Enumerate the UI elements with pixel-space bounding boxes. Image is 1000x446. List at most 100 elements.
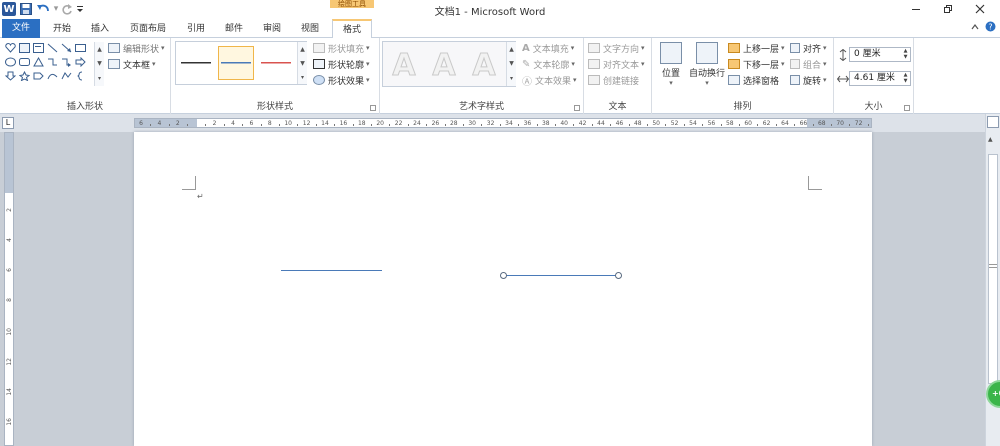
size-launcher-icon[interactable] xyxy=(904,105,910,111)
align-button[interactable]: 对齐 ▾ xyxy=(790,41,827,55)
text-box-button[interactable]: 文本框 ▾ xyxy=(108,57,156,71)
text-effects-button[interactable]: Ⓐ 文本效果 ▾ xyxy=(522,73,577,88)
width-spinner[interactable]: ▲ ▼ xyxy=(901,72,910,85)
text-fill-button[interactable]: A 文本填充 ▾ xyxy=(522,41,574,55)
text-direction-button[interactable]: 文字方向 ▾ xyxy=(588,41,645,55)
document-page[interactable]: ↵ xyxy=(134,132,872,446)
horizontal-ruler[interactable]: 6 4 2 2 4 6 8 10 12 14 16 18 20 22 24 26 28 30 32 34 36 38 40 4… xyxy=(134,118,872,128)
group-label-wordart-styles: 艺术字样式 xyxy=(458,102,504,112)
elbow-connector-shape-icon[interactable] xyxy=(46,56,59,68)
shape-width-input[interactable]: 4.61 厘米 ▲ ▼ xyxy=(849,71,911,86)
selection-pane-button[interactable]: 选择窗格 xyxy=(728,73,779,87)
shapes-gallery[interactable]: ▲ ▼ ▾ xyxy=(4,42,104,88)
close-button[interactable] xyxy=(964,0,996,18)
minimize-button[interactable] xyxy=(900,0,932,18)
tab-selector-icon[interactable]: L xyxy=(2,117,14,129)
tab-page-layout[interactable]: 页面布局 xyxy=(122,20,174,38)
shape-height-input[interactable]: 0 厘米 ▲ ▼ xyxy=(849,47,911,62)
shape-styles-launcher-icon[interactable] xyxy=(370,105,376,111)
star-shape-icon[interactable] xyxy=(18,70,31,82)
tab-mailings[interactable]: 邮件 xyxy=(218,20,250,38)
wordart-gallery[interactable]: A A A ▲ ▼ ▾ xyxy=(382,41,516,87)
undo-dropdown-icon[interactable]: ▾ xyxy=(52,2,60,16)
rounded-rect-shape-icon[interactable] xyxy=(18,56,31,68)
tab-view[interactable]: 视图 xyxy=(294,20,326,38)
help-icon[interactable]: ? xyxy=(985,21,996,35)
edit-shape-button[interactable]: 编辑形状 ▾ xyxy=(108,41,165,55)
picture-shape-icon[interactable] xyxy=(18,42,31,54)
elbow-arrow-shape-icon[interactable] xyxy=(60,56,73,68)
vertical-ruler[interactable]: 2 4 6 8 10 12 14 16 xyxy=(4,132,14,446)
vruler-tick-label: 8 xyxy=(6,298,13,302)
save-icon[interactable] xyxy=(20,2,32,16)
wordart-launcher-icon[interactable] xyxy=(574,105,580,111)
scroll-thumb[interactable] xyxy=(988,154,998,384)
minimize-ribbon-icon[interactable] xyxy=(970,22,980,35)
rectangle-shape-icon[interactable] xyxy=(74,42,87,54)
wrap-text-button[interactable]: 自动换行 ▾ xyxy=(688,42,726,87)
triangle-shape-icon[interactable] xyxy=(32,56,45,68)
position-button[interactable]: 位置 ▾ xyxy=(654,42,688,87)
line-end-handle[interactable] xyxy=(615,272,622,279)
shape-outline-icon xyxy=(313,59,325,69)
tab-insert[interactable]: 插入 xyxy=(84,20,116,38)
wordart-style-3[interactable]: A xyxy=(465,47,503,83)
pentagon-shape-icon[interactable] xyxy=(32,70,45,82)
margin-corner-top-right xyxy=(808,176,822,190)
shape-style-red[interactable] xyxy=(258,46,294,80)
shape-style-dark[interactable] xyxy=(178,46,214,80)
line-shape[interactable] xyxy=(281,270,382,271)
view-ruler-icon[interactable] xyxy=(987,116,999,128)
customize-qat-icon[interactable] xyxy=(76,2,84,16)
ruler-minor-tick xyxy=(555,124,556,126)
tab-references[interactable]: 引用 xyxy=(180,20,212,38)
tab-review[interactable]: 审阅 xyxy=(256,20,288,38)
text-outline-button[interactable]: ✎ 文本轮廓 ▾ xyxy=(522,57,575,71)
ruler-minor-tick xyxy=(812,124,814,126)
undo-icon[interactable] xyxy=(36,2,50,16)
shape-fill-button[interactable]: 形状填充 ▾ xyxy=(313,41,370,55)
arrow-line-shape-icon[interactable] xyxy=(60,42,73,54)
shapes-gallery-scroll[interactable]: ▲ ▼ ▾ xyxy=(94,42,104,86)
tab-file[interactable]: 文件 xyxy=(2,19,40,38)
rotate-icon xyxy=(790,75,800,85)
create-link-button[interactable]: 创建链接 xyxy=(588,73,639,87)
shape-effects-button[interactable]: 形状效果 ▾ xyxy=(313,73,370,87)
vruler-tick-label: 4 xyxy=(6,238,13,242)
down-arrow-shape-icon[interactable] xyxy=(4,70,17,82)
ruler-minor-tick xyxy=(315,124,317,126)
ruler-minor-tick xyxy=(481,124,483,126)
line-shape-icon[interactable] xyxy=(46,42,59,54)
word-logo-icon[interactable]: W xyxy=(2,2,16,16)
shape-styles-gallery[interactable]: ▲ ▼ ▾ xyxy=(175,41,307,85)
shape-outline-button[interactable]: 形状轮廓 ▾ xyxy=(313,57,370,71)
tab-home[interactable]: 开始 xyxy=(46,20,78,38)
restore-button[interactable] xyxy=(932,0,964,18)
brace-shape-icon[interactable] xyxy=(74,70,87,82)
wordart-style-2[interactable]: A xyxy=(425,47,463,83)
redo-icon[interactable] xyxy=(61,2,73,16)
send-backward-button[interactable]: 下移一层 ▾ xyxy=(728,57,785,71)
line-start-handle[interactable] xyxy=(500,272,507,279)
curve-shape-icon[interactable] xyxy=(46,70,59,82)
oval-shape-icon[interactable] xyxy=(4,56,17,68)
freeform-shape-icon[interactable] xyxy=(60,70,73,82)
textbox-shape-icon[interactable] xyxy=(32,42,45,54)
height-spinner[interactable]: ▲ ▼ xyxy=(901,48,910,61)
shape-styles-scroll[interactable]: ▲ ▼ ▾ xyxy=(297,42,307,84)
right-arrow-shape-icon[interactable] xyxy=(74,56,87,68)
vruler-tick-label: 2 xyxy=(6,208,13,212)
heart-shape-icon[interactable] xyxy=(4,42,17,54)
group-text: 文字方向 ▾ 对齐文本 ▾ 创建链接 文本 xyxy=(584,38,652,114)
align-text-button[interactable]: 对齐文本 ▾ xyxy=(588,57,645,71)
wordart-scroll[interactable]: ▲ ▼ ▾ xyxy=(506,42,516,86)
tab-format[interactable]: 格式 xyxy=(332,19,372,39)
ruler-minor-tick xyxy=(187,124,188,126)
bring-forward-button[interactable]: 上移一层 ▾ xyxy=(728,41,785,55)
group-button[interactable]: 组合 ▾ xyxy=(790,57,827,71)
selected-line-shape[interactable] xyxy=(504,275,619,276)
rotate-button[interactable]: 旋转 ▾ xyxy=(790,73,827,87)
wordart-style-1[interactable]: A xyxy=(385,47,423,83)
shape-style-blue[interactable] xyxy=(218,46,254,80)
scroll-up-icon[interactable]: ▲ xyxy=(988,136,993,143)
